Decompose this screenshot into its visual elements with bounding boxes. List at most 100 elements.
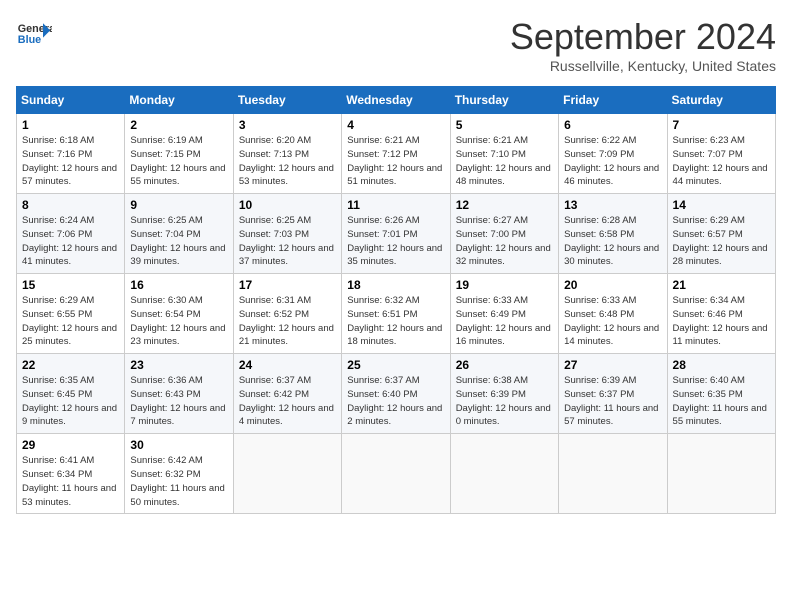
- calendar-cell: 30Sunrise: 6:42 AMSunset: 6:32 PMDayligh…: [125, 434, 233, 514]
- day-number: 20: [564, 278, 661, 292]
- col-header-tuesday: Tuesday: [233, 87, 341, 114]
- day-info: Sunrise: 6:25 AMSunset: 7:03 PMDaylight:…: [239, 214, 336, 269]
- title-block: September 2024 Russellville, Kentucky, U…: [510, 16, 776, 74]
- day-info: Sunrise: 6:34 AMSunset: 6:46 PMDaylight:…: [673, 294, 770, 349]
- calendar-cell: 23 Sunrise: 6:36 AMSunset: 6:43 PMDayligh…: [125, 354, 233, 434]
- calendar-cell: 29 Sunrise: 6:41 AMSunset: 6:34 PMDayligh…: [17, 434, 125, 514]
- calendar-cell: 15Sunrise: 6:29 AMSunset: 6:55 PMDayligh…: [17, 274, 125, 354]
- day-number: 1: [22, 118, 119, 132]
- calendar-cell: 20 Sunrise: 6:33 AMSunset: 6:48 PMDayligh…: [559, 274, 667, 354]
- col-header-friday: Friday: [559, 87, 667, 114]
- calendar-cell: 17 Sunrise: 6:31 AMSunset: 6:52 PMDayligh…: [233, 274, 341, 354]
- day-number: 17: [239, 278, 336, 292]
- calendar-cell: 19 Sunrise: 6:33 AMSunset: 6:49 PMDayligh…: [450, 274, 558, 354]
- calendar-cell: 18Sunrise: 6:32 AMSunset: 6:51 PMDayligh…: [342, 274, 450, 354]
- day-info: Sunrise: 6:21 AMSunset: 7:10 PMDaylight:…: [456, 134, 553, 189]
- calendar-week-row: 1 Sunrise: 6:18 AMSunset: 7:16 PMDaylight…: [17, 114, 776, 194]
- day-number: 8: [22, 198, 119, 212]
- day-info: Sunrise: 6:22 AMSunset: 7:09 PMDaylight:…: [564, 134, 661, 189]
- day-number: 7: [673, 118, 770, 132]
- day-number: 25: [347, 358, 444, 372]
- day-info: Sunrise: 6:19 AMSunset: 7:15 PMDaylight:…: [130, 134, 227, 189]
- day-number: 11: [347, 198, 444, 212]
- calendar-cell: 26Sunrise: 6:38 AMSunset: 6:39 PMDayligh…: [450, 354, 558, 434]
- day-info: Sunrise: 6:18 AMSunset: 7:16 PMDaylight:…: [22, 134, 119, 189]
- day-number: 21: [673, 278, 770, 292]
- day-number: 30: [130, 438, 227, 452]
- calendar-cell: 8 Sunrise: 6:24 AMSunset: 7:06 PMDaylight…: [17, 194, 125, 274]
- calendar-cell: 6 Sunrise: 6:22 AMSunset: 7:09 PMDaylight…: [559, 114, 667, 194]
- day-number: 29: [22, 438, 119, 452]
- calendar-cell: 10 Sunrise: 6:25 AMSunset: 7:03 PMDayligh…: [233, 194, 341, 274]
- calendar-cell: 11 Sunrise: 6:26 AMSunset: 7:01 PMDayligh…: [342, 194, 450, 274]
- day-number: 5: [456, 118, 553, 132]
- day-info: Sunrise: 6:21 AMSunset: 7:12 PMDaylight:…: [347, 134, 444, 189]
- calendar-cell: 5 Sunrise: 6:21 AMSunset: 7:10 PMDaylight…: [450, 114, 558, 194]
- calendar-cell: [342, 434, 450, 514]
- calendar-table: SundayMondayTuesdayWednesdayThursdayFrid…: [16, 86, 776, 514]
- day-number: 19: [456, 278, 553, 292]
- day-info: Sunrise: 6:24 AMSunset: 7:06 PMDaylight:…: [22, 214, 119, 269]
- day-info: Sunrise: 6:33 AMSunset: 6:49 PMDaylight:…: [456, 294, 553, 349]
- col-header-saturday: Saturday: [667, 87, 775, 114]
- day-number: 15: [22, 278, 119, 292]
- day-number: 10: [239, 198, 336, 212]
- calendar-cell: 13 Sunrise: 6:28 AMSunset: 6:58 PMDayligh…: [559, 194, 667, 274]
- calendar-cell: 12 Sunrise: 6:27 AMSunset: 7:00 PMDayligh…: [450, 194, 558, 274]
- calendar-cell: [233, 434, 341, 514]
- calendar-cell: 28 Sunrise: 6:40 AMSunset: 6:35 PMDayligh…: [667, 354, 775, 434]
- day-number: 14: [673, 198, 770, 212]
- day-info: Sunrise: 6:41 AMSunset: 6:34 PMDaylight:…: [22, 454, 119, 509]
- calendar-week-row: 22 Sunrise: 6:35 AMSunset: 6:45 PMDayligh…: [17, 354, 776, 434]
- day-number: 13: [564, 198, 661, 212]
- day-number: 6: [564, 118, 661, 132]
- calendar-cell: 16 Sunrise: 6:30 AMSunset: 6:54 PMDayligh…: [125, 274, 233, 354]
- day-info: Sunrise: 6:29 AMSunset: 6:57 PMDaylight:…: [673, 214, 770, 269]
- logo: General Blue: [16, 16, 52, 52]
- day-number: 12: [456, 198, 553, 212]
- day-number: 2: [130, 118, 227, 132]
- calendar-cell: 14 Sunrise: 6:29 AMSunset: 6:57 PMDayligh…: [667, 194, 775, 274]
- calendar-cell: 7 Sunrise: 6:23 AMSunset: 7:07 PMDaylight…: [667, 114, 775, 194]
- calendar-cell: [450, 434, 558, 514]
- calendar-cell: 22 Sunrise: 6:35 AMSunset: 6:45 PMDayligh…: [17, 354, 125, 434]
- day-number: 23: [130, 358, 227, 372]
- calendar-cell: 21 Sunrise: 6:34 AMSunset: 6:46 PMDayligh…: [667, 274, 775, 354]
- day-number: 4: [347, 118, 444, 132]
- day-number: 16: [130, 278, 227, 292]
- day-info: Sunrise: 6:37 AMSunset: 6:40 PMDaylight:…: [347, 374, 444, 429]
- day-number: 28: [673, 358, 770, 372]
- page-header: General Blue September 2024 Russellville…: [16, 16, 776, 74]
- col-header-wednesday: Wednesday: [342, 87, 450, 114]
- general-blue-logo-icon: General Blue: [16, 16, 52, 52]
- day-info: Sunrise: 6:37 AMSunset: 6:42 PMDaylight:…: [239, 374, 336, 429]
- day-info: Sunrise: 6:38 AMSunset: 6:39 PMDaylight:…: [456, 374, 553, 429]
- calendar-cell: 1 Sunrise: 6:18 AMSunset: 7:16 PMDaylight…: [17, 114, 125, 194]
- day-info: Sunrise: 6:35 AMSunset: 6:45 PMDaylight:…: [22, 374, 119, 429]
- day-info: Sunrise: 6:36 AMSunset: 6:43 PMDaylight:…: [130, 374, 227, 429]
- day-info: Sunrise: 6:27 AMSunset: 7:00 PMDaylight:…: [456, 214, 553, 269]
- col-header-thursday: Thursday: [450, 87, 558, 114]
- day-info: Sunrise: 6:40 AMSunset: 6:35 PMDaylight:…: [673, 374, 770, 429]
- calendar-week-row: 29 Sunrise: 6:41 AMSunset: 6:34 PMDayligh…: [17, 434, 776, 514]
- day-info: Sunrise: 6:23 AMSunset: 7:07 PMDaylight:…: [673, 134, 770, 189]
- calendar-cell: 9Sunrise: 6:25 AMSunset: 7:04 PMDaylight…: [125, 194, 233, 274]
- calendar-week-row: 15Sunrise: 6:29 AMSunset: 6:55 PMDayligh…: [17, 274, 776, 354]
- day-number: 22: [22, 358, 119, 372]
- calendar-week-row: 8 Sunrise: 6:24 AMSunset: 7:06 PMDaylight…: [17, 194, 776, 274]
- svg-text:Blue: Blue: [18, 34, 41, 46]
- month-title: September 2024: [510, 16, 776, 58]
- day-number: 24: [239, 358, 336, 372]
- calendar-cell: 3Sunrise: 6:20 AMSunset: 7:13 PMDaylight…: [233, 114, 341, 194]
- calendar-cell: 25 Sunrise: 6:37 AMSunset: 6:40 PMDayligh…: [342, 354, 450, 434]
- calendar-cell: 4 Sunrise: 6:21 AMSunset: 7:12 PMDaylight…: [342, 114, 450, 194]
- day-number: 9: [130, 198, 227, 212]
- day-info: Sunrise: 6:26 AMSunset: 7:01 PMDaylight:…: [347, 214, 444, 269]
- day-info: Sunrise: 6:31 AMSunset: 6:52 PMDaylight:…: [239, 294, 336, 349]
- day-info: Sunrise: 6:30 AMSunset: 6:54 PMDaylight:…: [130, 294, 227, 349]
- col-header-monday: Monday: [125, 87, 233, 114]
- day-info: Sunrise: 6:28 AMSunset: 6:58 PMDaylight:…: [564, 214, 661, 269]
- day-info: Sunrise: 6:33 AMSunset: 6:48 PMDaylight:…: [564, 294, 661, 349]
- day-info: Sunrise: 6:20 AMSunset: 7:13 PMDaylight:…: [239, 134, 336, 189]
- day-number: 27: [564, 358, 661, 372]
